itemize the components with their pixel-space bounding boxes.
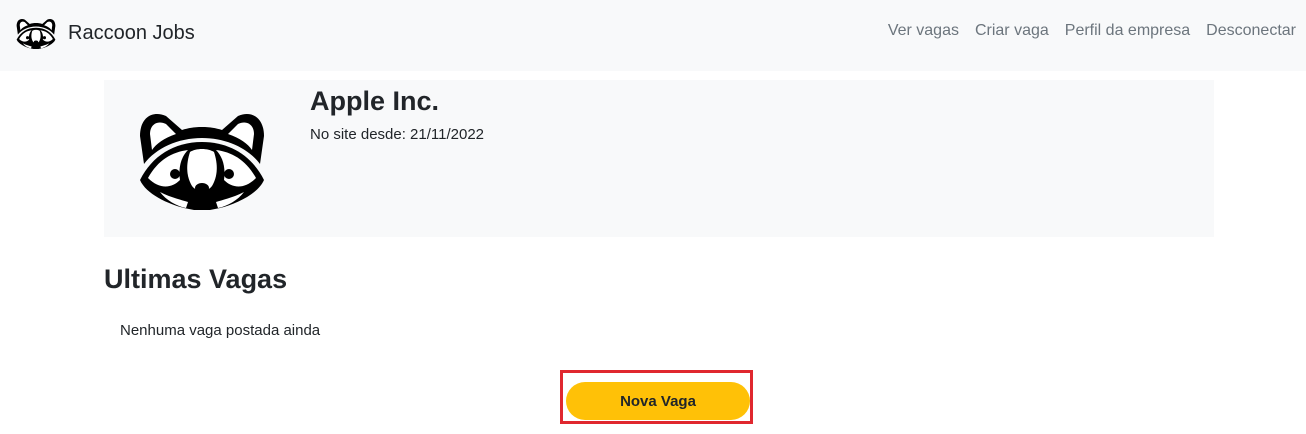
empty-jobs-message: Nenhuma vaga postada ainda (120, 322, 321, 339)
raccoon-icon (16, 18, 56, 49)
nav-link-ver-vagas[interactable]: Ver vagas (888, 22, 959, 40)
nav-link-criar-vaga[interactable]: Criar vaga (975, 22, 1049, 40)
company-name: Apple Inc. (310, 86, 440, 116)
nav-links: Ver vagas Criar vaga Perfil da empresa D… (888, 22, 1296, 40)
new-job-button[interactable]: Nova Vaga (566, 382, 750, 420)
nav-link-perfil-empresa[interactable]: Perfil da empresa (1065, 22, 1190, 40)
raccoon-icon (140, 114, 264, 210)
brand-name: Raccoon Jobs (68, 21, 195, 44)
company-profile-card: Apple Inc. No site desde: 21/11/2022 (104, 80, 1214, 237)
brand-link[interactable]: Raccoon Jobs (16, 15, 195, 51)
member-since-text: No site desde: 21/11/2022 (310, 126, 485, 143)
nav-link-desconectar[interactable]: Desconectar (1206, 22, 1296, 40)
latest-jobs-heading: Ultimas Vagas (104, 264, 288, 294)
navbar: Raccoon Jobs Ver vagas Criar vaga Perfil… (0, 0, 1306, 71)
